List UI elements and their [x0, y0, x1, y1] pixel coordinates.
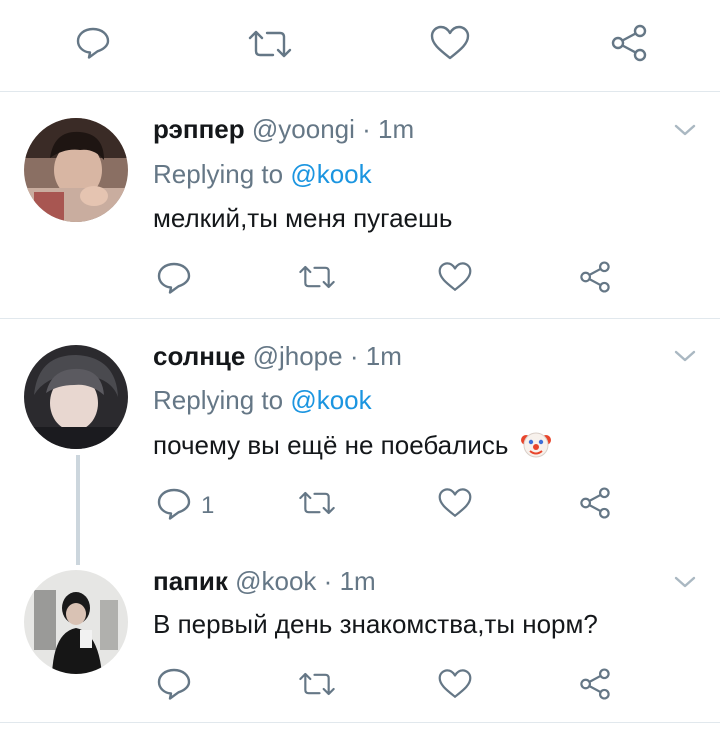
tweet-text: В первый день знакомства,ты норм? [153, 609, 598, 639]
like-icon[interactable] [438, 261, 472, 293]
display-name[interactable]: рэппер [153, 114, 245, 144]
tweet-text-content: почему вы ещё не поебались [153, 430, 509, 460]
tweet-text: мелкий,ты меня пугаешь [153, 203, 453, 233]
timestamp[interactable]: 1m [340, 566, 376, 596]
retweet-icon[interactable] [297, 263, 337, 291]
share-icon[interactable] [578, 260, 612, 294]
chevron-down-icon[interactable] [673, 574, 697, 590]
divider [0, 91, 720, 92]
retweet-icon[interactable] [246, 29, 294, 59]
share-icon[interactable] [609, 24, 649, 62]
thread-connector [76, 455, 80, 565]
clown-face-icon [520, 428, 552, 467]
avatar[interactable] [24, 345, 128, 449]
replying-to: Replying to @kook [153, 158, 372, 190]
divider [0, 318, 720, 319]
share-icon[interactable] [578, 486, 612, 520]
chevron-down-icon[interactable] [673, 122, 697, 138]
avatar[interactable] [24, 118, 128, 222]
like-icon[interactable] [430, 25, 470, 61]
separator: · [362, 114, 371, 144]
separator: · [349, 341, 359, 371]
divider [0, 722, 720, 723]
display-name[interactable]: солнце [153, 341, 245, 371]
reply-count: 1 [201, 492, 215, 519]
display-name[interactable]: папик [153, 566, 228, 596]
timestamp[interactable]: 1m [366, 341, 402, 371]
replying-to-label: Replying to [153, 385, 284, 415]
handle[interactable]: @yoongi [252, 114, 355, 144]
avatar[interactable] [24, 570, 128, 674]
reply-icon[interactable] [157, 488, 191, 520]
reply-icon[interactable] [157, 262, 191, 294]
reply-icon[interactable] [76, 27, 110, 59]
retweet-icon[interactable] [297, 489, 337, 517]
tweet-text: почему вы ещё не поебались [153, 428, 552, 467]
like-icon[interactable] [438, 487, 472, 519]
chevron-down-icon[interactable] [673, 348, 697, 364]
handle[interactable]: @jhope [253, 341, 343, 371]
like-icon[interactable] [438, 668, 472, 700]
mention-link[interactable]: @kook [290, 159, 371, 189]
reply-icon[interactable] [157, 668, 191, 700]
replying-to-label: Replying to [153, 159, 284, 189]
replying-to: Replying to @kook [153, 384, 372, 416]
retweet-icon[interactable] [297, 670, 337, 698]
timestamp[interactable]: 1m [378, 114, 414, 144]
mention-link[interactable]: @kook [290, 385, 371, 415]
share-icon[interactable] [578, 667, 612, 701]
handle[interactable]: @kook [235, 566, 316, 596]
separator: · [323, 566, 333, 596]
